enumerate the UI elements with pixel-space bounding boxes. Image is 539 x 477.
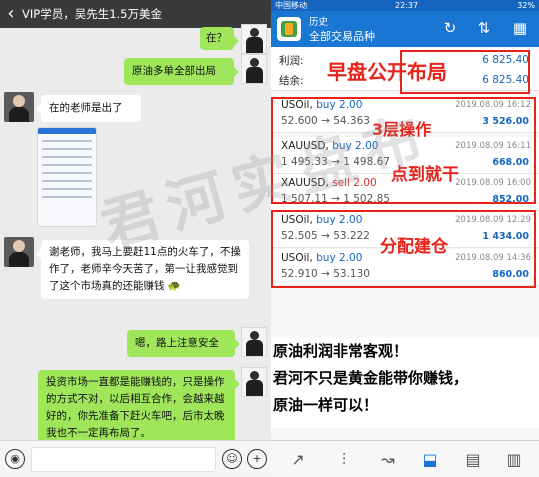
chat-input-bar: ◉ ☺ + [0, 440, 271, 477]
news-icon[interactable]: ▤ [460, 447, 486, 473]
image-message[interactable] [37, 127, 97, 227]
message-text: 谢老师，我马上要赶11点的火车了，不操作了，老师辛今天苦了，第一让我感觉到了这个… [49, 246, 241, 292]
chat-message-out: 在？ [200, 27, 239, 50]
quotes-icon[interactable]: ↗ [285, 447, 311, 473]
emoji-icon[interactable]: ☺ [222, 449, 242, 469]
back-icon[interactable]: ‹ [0, 0, 22, 28]
avatar[interactable] [241, 327, 267, 357]
turtle-emoji-icon: 🐢 [167, 280, 181, 292]
chat-title: VIP学员，吴先生1.5万美金 [22, 7, 162, 21]
message-text: 在？ [206, 32, 227, 44]
chat-message-out: 原油多单全部出局 [124, 58, 239, 85]
chart-icon[interactable]: ⫶ [331, 447, 357, 473]
symbol-filter[interactable]: 全部交易品种 [309, 28, 375, 44]
plus-icon[interactable]: + [247, 449, 267, 469]
chat-message-out: 投资市场一直都是能赚钱的，只是操作的方式不对，以后相互合作，会越来越好的，你先准… [38, 370, 240, 446]
chat-message-in: 在的老师是出了 [36, 95, 141, 122]
sort-icon[interactable]: ⇅ [473, 17, 495, 39]
chat-message-out: 嗯，路上注意安全 [127, 330, 240, 357]
message-text: 嗯，路上注意安全 [135, 337, 219, 349]
avatar[interactable] [241, 367, 267, 397]
carrier: 中国移动 [275, 1, 307, 10]
avatar[interactable] [241, 24, 267, 54]
settings-icon[interactable]: ▥ [501, 447, 527, 473]
message-text: 投资市场一直都是能赚钱的，只是操作的方式不对，以后相互合作，会越来越好的，你先准… [46, 376, 225, 439]
highlight-box [271, 97, 536, 204]
chat-message-in: 谢老师，我马上要赶11点的火车了，不操作了，老师辛今天苦了，第一让我感觉到了这个… [36, 240, 249, 299]
trade-icon[interactable]: ↝ [375, 447, 401, 473]
overlay-label: 分配建仓 [380, 237, 448, 257]
voice-icon[interactable]: ◉ [5, 449, 25, 469]
avatar[interactable] [4, 92, 34, 122]
clock: 22:37 [395, 1, 419, 10]
calendar-icon[interactable]: ▦ [509, 17, 531, 39]
chat-header: ‹ VIP学员，吴先生1.5万美金 [0, 0, 271, 28]
profit-label: 利润: [279, 55, 304, 67]
avatar[interactable] [241, 54, 267, 84]
message-text: 在的老师是出了 [49, 102, 123, 114]
app-logo-icon [277, 17, 301, 41]
refresh-icon[interactable]: ↻ [439, 17, 461, 39]
overlay-label: 点到就干 [391, 165, 459, 185]
annotation-line: 原油一样可以！ [273, 396, 379, 414]
avatar[interactable] [4, 237, 34, 267]
status-bar: 中国移动 22:37 32% [271, 0, 539, 11]
annotation-text: 原油利润非常客观！ 君河不只是黄金能带你赚钱， 原油一样可以！ [271, 338, 539, 428]
balance-label: 结余: [279, 75, 304, 87]
battery: 32% [517, 1, 535, 10]
bottom-nav: ↗ ⫶ ↝ ⬓ ▤ ▥ [271, 440, 539, 477]
header-title: 历史 [309, 17, 329, 28]
message-text: 原油多单全部出局 [132, 65, 216, 77]
message-input[interactable] [31, 447, 216, 472]
overlay-title: 早盘公开布局 [327, 60, 447, 84]
chat-panel: ‹ VIP学员，吴先生1.5万美金 在？ 原油多单全部出局 在的老师是出了 谢老… [0, 0, 271, 477]
annotation-line: 君河不只是黄金能带你赚钱， [273, 369, 469, 387]
overlay-label: 3层操作 [372, 120, 432, 139]
history-icon[interactable]: ⬓ [417, 447, 443, 473]
app-header: 历史 全部交易品种 ↻ ⇅ ▦ [271, 11, 539, 47]
annotation-line: 原油利润非常客观！ [273, 342, 409, 360]
